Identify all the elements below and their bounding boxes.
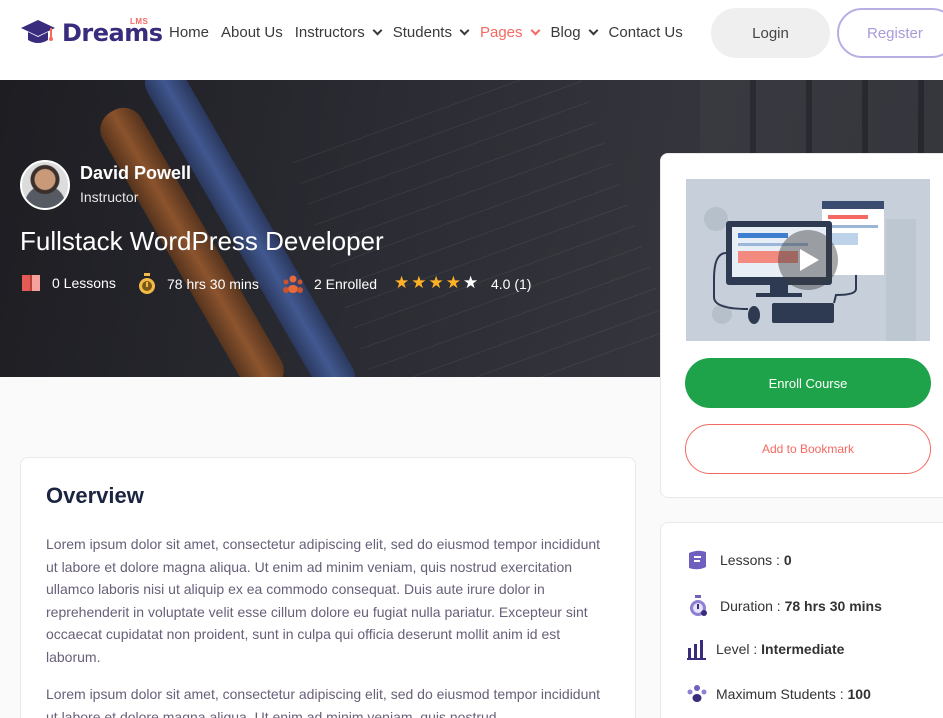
nav-students-label: Students xyxy=(392,24,452,41)
stat-lessons-label: Lessons : xyxy=(720,552,780,568)
stat-duration-value: 78 hrs 30 mins xyxy=(784,598,882,614)
nav-about[interactable]: About Us xyxy=(221,24,283,41)
login-button[interactable]: Login xyxy=(711,8,830,58)
chevron-down-icon xyxy=(530,25,540,36)
rating-stars: ★ ★ ★ ★ ★ xyxy=(394,275,480,292)
nav-blog[interactable]: Blog xyxy=(550,24,598,41)
star-filled-icon: ★ xyxy=(428,273,444,293)
meta-duration: 78 hrs 30 mins xyxy=(137,273,259,295)
users-icon xyxy=(687,685,707,702)
stopwatch-icon xyxy=(690,595,707,616)
nav-students[interactable]: Students xyxy=(392,24,470,41)
stat-lessons-value: 0 xyxy=(783,552,792,568)
stat-lessons: Lessons : 0 xyxy=(686,549,792,571)
stopwatch-icon xyxy=(139,273,155,294)
nav-instructors[interactable]: Instructors xyxy=(294,24,383,41)
chevron-down-icon xyxy=(588,25,598,36)
site-header: Dreams LMS Home About Us Instructors Stu… xyxy=(0,0,943,80)
nav-blog-label: Blog xyxy=(550,24,581,41)
register-button[interactable]: Register xyxy=(837,8,943,58)
stat-max-students-label: Maximum Students : xyxy=(716,686,844,702)
nav-contact[interactable]: Contact Us xyxy=(609,24,683,41)
meta-lessons: 0 Lessons xyxy=(20,273,116,293)
meta-duration-text: 78 hrs 30 mins xyxy=(167,276,259,292)
add-to-bookmark-button[interactable]: Add to Bookmark xyxy=(685,424,931,474)
overview-title: Overview xyxy=(46,483,144,508)
main-nav: Home About Us Instructors Students Pages… xyxy=(169,24,695,41)
star-empty-icon: ★ xyxy=(463,273,479,293)
meta-enrolled-text: 2 Enrolled xyxy=(314,276,378,292)
stat-duration: Duration : 78 hrs 30 mins xyxy=(686,594,882,618)
star-filled-icon: ★ xyxy=(394,273,410,293)
nav-pages[interactable]: Pages xyxy=(479,24,540,41)
meta-enrolled: 2 Enrolled xyxy=(282,273,377,295)
star-filled-icon: ★ xyxy=(411,273,427,293)
nav-pages-label: Pages xyxy=(479,24,523,41)
nav-home[interactable]: Home xyxy=(169,24,209,41)
logo[interactable]: Dreams LMS xyxy=(20,17,163,48)
book-icon xyxy=(22,275,40,291)
star-filled-icon: ★ xyxy=(445,273,461,293)
lessons-icon xyxy=(689,550,706,570)
stat-level: Level : Intermediate xyxy=(686,638,844,660)
course-video-thumbnail[interactable] xyxy=(686,179,930,341)
nav-instructors-label: Instructors xyxy=(294,24,365,41)
stat-duration-label: Duration : xyxy=(720,598,781,614)
overview-paragraph: Lorem ipsum dolor sit amet, consectetur … xyxy=(46,536,601,665)
stat-max-students: Maximum Students : 100 xyxy=(686,683,871,705)
nav-home-label: Home xyxy=(169,24,210,41)
stat-max-students-value: 100 xyxy=(847,686,871,702)
chevron-down-icon xyxy=(372,25,383,36)
video-illustration xyxy=(686,179,930,341)
level-bars-icon xyxy=(687,640,706,660)
meta-lessons-text: 0 Lessons xyxy=(52,275,116,291)
instructor-name[interactable]: David Powell xyxy=(80,163,191,184)
nav-about-label: About Us xyxy=(221,24,283,41)
hero-background-keyboard xyxy=(700,80,943,160)
course-title: Fullstack WordPress Developer xyxy=(20,226,384,256)
enroll-course-button[interactable]: Enroll Course xyxy=(685,358,931,408)
chevron-down-icon xyxy=(459,25,470,36)
users-icon xyxy=(283,275,303,293)
overview-paragraph: Lorem ipsum dolor sit amet, consectetur … xyxy=(46,686,601,718)
logo-sup: LMS xyxy=(130,17,149,26)
stat-level-label: Level : xyxy=(716,641,758,657)
overview-card: Overview Lorem ipsum dolor sit amet, con… xyxy=(20,457,636,718)
instructor-avatar[interactable] xyxy=(20,160,70,210)
nav-contact-label: Contact Us xyxy=(608,24,683,41)
graduation-cap-icon xyxy=(21,20,55,43)
instructor-role: Instructor xyxy=(80,189,139,205)
stat-level-value: Intermediate xyxy=(761,641,845,657)
rating-value: 4.0 (1) xyxy=(491,276,532,292)
